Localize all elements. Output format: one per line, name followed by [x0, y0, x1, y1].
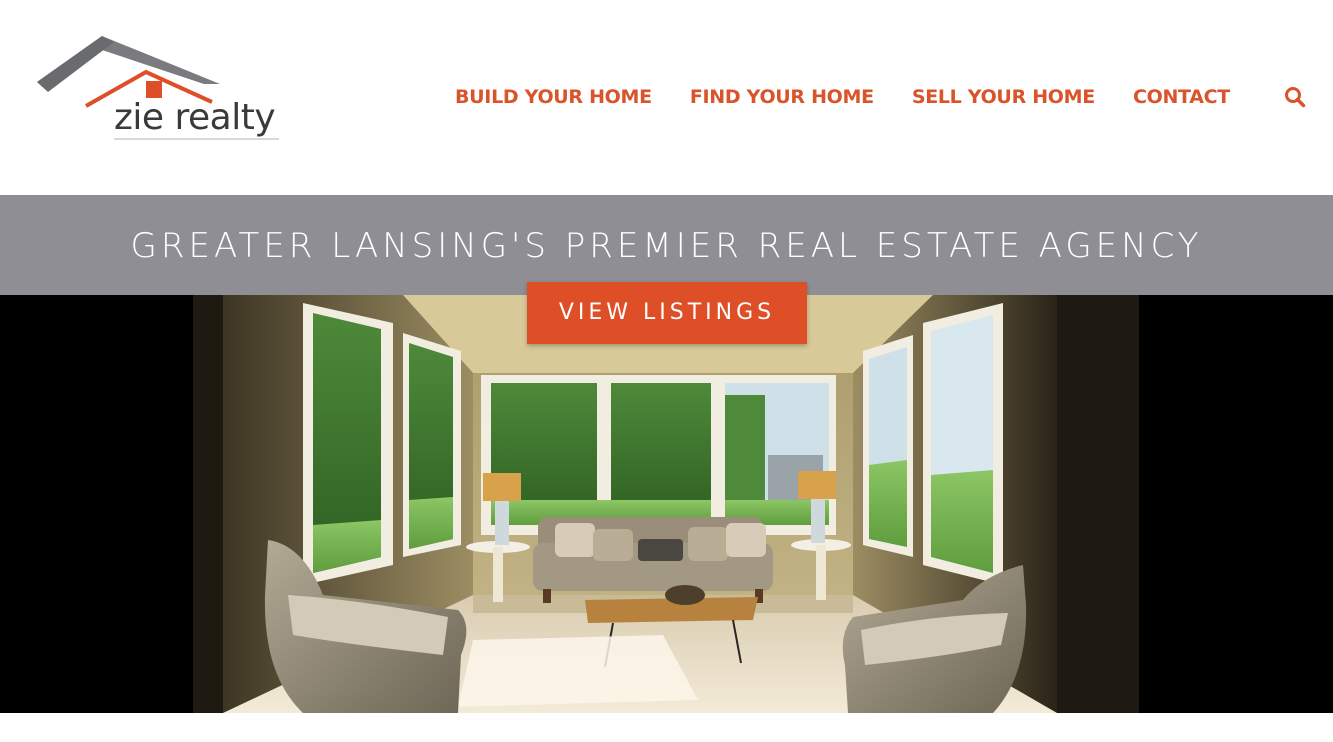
site-logo[interactable]: zie realty [34, 34, 284, 146]
hero-section [0, 295, 1333, 713]
page-bottom-strip [0, 713, 1333, 742]
nav-contact[interactable]: CONTACT [1133, 86, 1230, 108]
hero-tagline: GREATER LANSING'S PREMIER REAL ESTATE AG… [130, 226, 1203, 266]
site-header: zie realty BUILD YOUR HOME FIND YOUR HOM… [0, 0, 1333, 195]
logo-underline [114, 138, 279, 140]
main-nav: BUILD YOUR HOME FIND YOUR HOME SELL YOUR… [455, 84, 1230, 110]
view-listings-button[interactable]: VIEW LISTINGS [527, 282, 807, 344]
search-icon[interactable] [1284, 86, 1306, 108]
nav-sell-your-home[interactable]: SELL YOUR HOME [912, 86, 1095, 108]
nav-build-your-home[interactable]: BUILD YOUR HOME [455, 86, 652, 108]
logo-wordmark: zie realty [114, 97, 276, 138]
nav-find-your-home[interactable]: FIND YOUR HOME [690, 86, 874, 108]
sunroom-photo [193, 295, 1139, 713]
